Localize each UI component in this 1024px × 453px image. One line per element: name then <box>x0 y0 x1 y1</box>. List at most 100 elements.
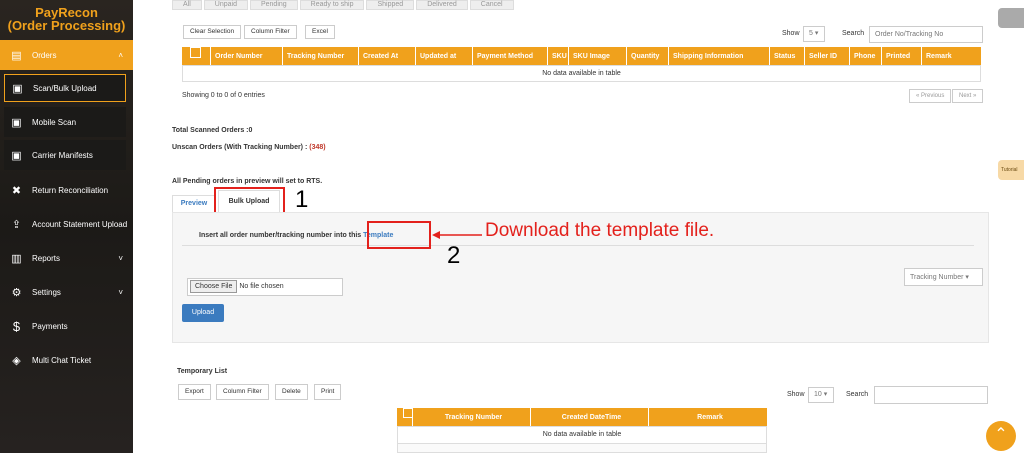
temp-list-title: Temporary List <box>177 368 228 375</box>
sidebar-item-multi-chat-ticket[interactable]: ◈ Multi Chat Ticket <box>0 345 133 375</box>
file-input[interactable]: Choose File No file chosen <box>187 278 343 296</box>
choose-file-button[interactable]: Choose File <box>190 280 238 293</box>
orders-empty-row: No data available in table <box>182 65 981 82</box>
tab-shipped[interactable]: Shipped <box>366 0 415 10</box>
col-tracking-number[interactable]: Tracking Number <box>283 47 359 65</box>
page-size-value: 5 <box>809 30 813 37</box>
col-created-at[interactable]: Created At <box>359 47 416 65</box>
sidebar-item-label: Carrier Manifests <box>32 150 93 160</box>
step1-number: 1 <box>295 186 309 213</box>
upload-type-select[interactable]: Tracking Number ▾ <box>904 268 983 286</box>
step2-highlight-box <box>367 221 431 249</box>
col-updated-at[interactable]: Updated at <box>416 47 473 65</box>
upload-icon: ⇪ <box>11 218 22 231</box>
sidebar-item-return-reconciliation[interactable]: ✖ Return Reconciliation <box>0 175 133 205</box>
sidebar-item-reports[interactable]: ▥ Reports ˅ <box>0 243 133 273</box>
sidebar-item-label: Payments <box>32 321 68 331</box>
temp-select-all-checkbox[interactable] <box>397 408 413 426</box>
step2-number: 2 <box>447 242 461 269</box>
tutorial-tab[interactable]: Tutorial <box>998 160 1024 180</box>
sidebar-item-payments[interactable]: $ Payments <box>0 311 133 341</box>
temp-empty-row: No data available in table <box>397 426 767 444</box>
clear-selection-button[interactable]: Clear Selection <box>183 25 242 39</box>
sidebar-item-settings[interactable]: ⚙ Settings ˅ <box>0 277 133 307</box>
sidebar-item-mobile-scan[interactable]: ▣ Mobile Scan <box>4 107 126 137</box>
sidebar-item-label: Return Reconciliation <box>32 185 109 195</box>
document-icon: ▣ <box>11 116 22 129</box>
document-icon: ▣ <box>11 149 22 162</box>
total-scanned-text: Total Scanned Orders :0 <box>172 127 253 134</box>
previous-page-button[interactable]: « Previous <box>909 89 952 103</box>
col-order-number[interactable]: Order Number <box>211 47 283 65</box>
temp-page-size-select[interactable]: 10 ▾ <box>808 387 834 403</box>
instruction-label: Insert all order number/tracking number … <box>199 232 364 239</box>
search-placeholder: Order No/Tracking No <box>875 31 944 38</box>
unscan-count[interactable]: (348) <box>309 144 325 151</box>
instruction-text: Insert all order number/tracking number … <box>199 232 393 239</box>
page-size-select[interactable]: 5 ▾ <box>803 26 825 42</box>
col-phone[interactable]: Phone <box>850 47 882 65</box>
scroll-top-icon[interactable]: ⌃ <box>986 421 1016 451</box>
upload-button[interactable]: Upload <box>182 304 224 322</box>
chevron-up-icon: ˄ <box>118 50 123 60</box>
bar-chart-icon: ▥ <box>11 252 22 265</box>
chat-icon[interactable] <box>998 8 1024 28</box>
col-quantity[interactable]: Quantity <box>627 47 669 65</box>
temp-search-input[interactable] <box>874 386 988 404</box>
brand-line2: (Order Processing) <box>7 18 126 33</box>
next-page-button[interactable]: Next » <box>952 89 984 103</box>
search-input[interactable]: Order No/Tracking No <box>869 26 983 43</box>
sidebar: PayRecon (Order Processing) ▤ Orders ˄ ▣… <box>0 0 133 453</box>
arrow-left-icon <box>432 231 482 239</box>
temp-table-footer <box>397 444 767 453</box>
brand-logo: PayRecon (Order Processing) <box>0 6 133 32</box>
col-temp-created-datetime[interactable]: Created DateTime <box>531 408 649 426</box>
delete-button[interactable]: Delete <box>275 384 308 400</box>
select-all-checkbox[interactable] <box>182 47 211 65</box>
unscan-label: Unscan Orders (With Tracking Number) : <box>172 144 310 151</box>
excel-button[interactable]: Excel <box>305 25 335 39</box>
chevron-down-icon: ˅ <box>118 287 123 297</box>
sidebar-item-orders[interactable]: ▤ Orders ˄ <box>0 40 133 70</box>
column-filter-button[interactable]: Column Filter <box>244 25 297 39</box>
export-button[interactable]: Export <box>178 384 211 400</box>
ticket-icon: ◈ <box>12 354 21 367</box>
tab-ready-to-ship[interactable]: Ready to ship <box>299 0 365 10</box>
col-sku[interactable]: SKU <box>548 47 569 65</box>
temp-column-filter-button[interactable]: Column Filter <box>216 384 269 400</box>
col-temp-tracking-number[interactable]: Tracking Number <box>413 408 531 426</box>
temp-page-size-value: 10 <box>814 391 822 398</box>
col-remark[interactable]: Remark <box>922 47 981 65</box>
pending-note: All Pending orders in preview will set t… <box>172 178 323 185</box>
col-payment-method[interactable]: Payment Method <box>473 47 548 65</box>
tab-unpaid[interactable]: Unpaid <box>203 0 248 10</box>
sidebar-item-label: Orders <box>32 50 57 60</box>
col-shipping-information[interactable]: Shipping Information <box>669 47 770 65</box>
gear-icon: ⚙ <box>11 286 22 299</box>
col-sku-image[interactable]: SKU Image <box>569 47 627 65</box>
dollar-icon: $ <box>12 318 21 334</box>
tab-delivered[interactable]: Delivered <box>416 0 468 10</box>
col-status[interactable]: Status <box>770 47 805 65</box>
col-seller-id[interactable]: Seller ID <box>805 47 850 65</box>
sidebar-item-label: Account Statement Upload <box>32 219 128 229</box>
orders-table-header: Order Number Tracking Number Created At … <box>182 47 981 65</box>
show-label: Show <box>782 30 800 37</box>
clipboard-icon: ▤ <box>11 49 22 62</box>
sidebar-item-label: Settings <box>32 287 61 297</box>
sidebar-item-account-statement-upload[interactable]: ⇪ Account Statement Upload <box>0 209 133 239</box>
unscan-orders-text: Unscan Orders (With Tracking Number) : (… <box>172 144 326 151</box>
col-temp-remark[interactable]: Remark <box>649 408 767 426</box>
print-button[interactable]: Print <box>314 384 342 400</box>
orders-info-text: Showing 0 to 0 of 0 entries <box>182 92 265 99</box>
search-label: Search <box>842 30 865 37</box>
tab-preview[interactable]: Preview <box>172 195 216 213</box>
order-status-tabs: All Unpaid Pending Ready to ship Shipped… <box>172 0 514 10</box>
col-printed[interactable]: Printed <box>882 47 922 65</box>
tab-all[interactable]: All <box>172 0 202 10</box>
sidebar-item-scan-bulk-upload[interactable]: ▣ Scan/Bulk Upload <box>4 74 126 102</box>
sidebar-item-label: Reports <box>32 253 61 263</box>
tab-pending[interactable]: Pending <box>249 0 298 10</box>
tab-cancel[interactable]: Cancel <box>469 0 514 10</box>
sidebar-item-carrier-manifests[interactable]: ▣ Carrier Manifests <box>4 140 126 170</box>
